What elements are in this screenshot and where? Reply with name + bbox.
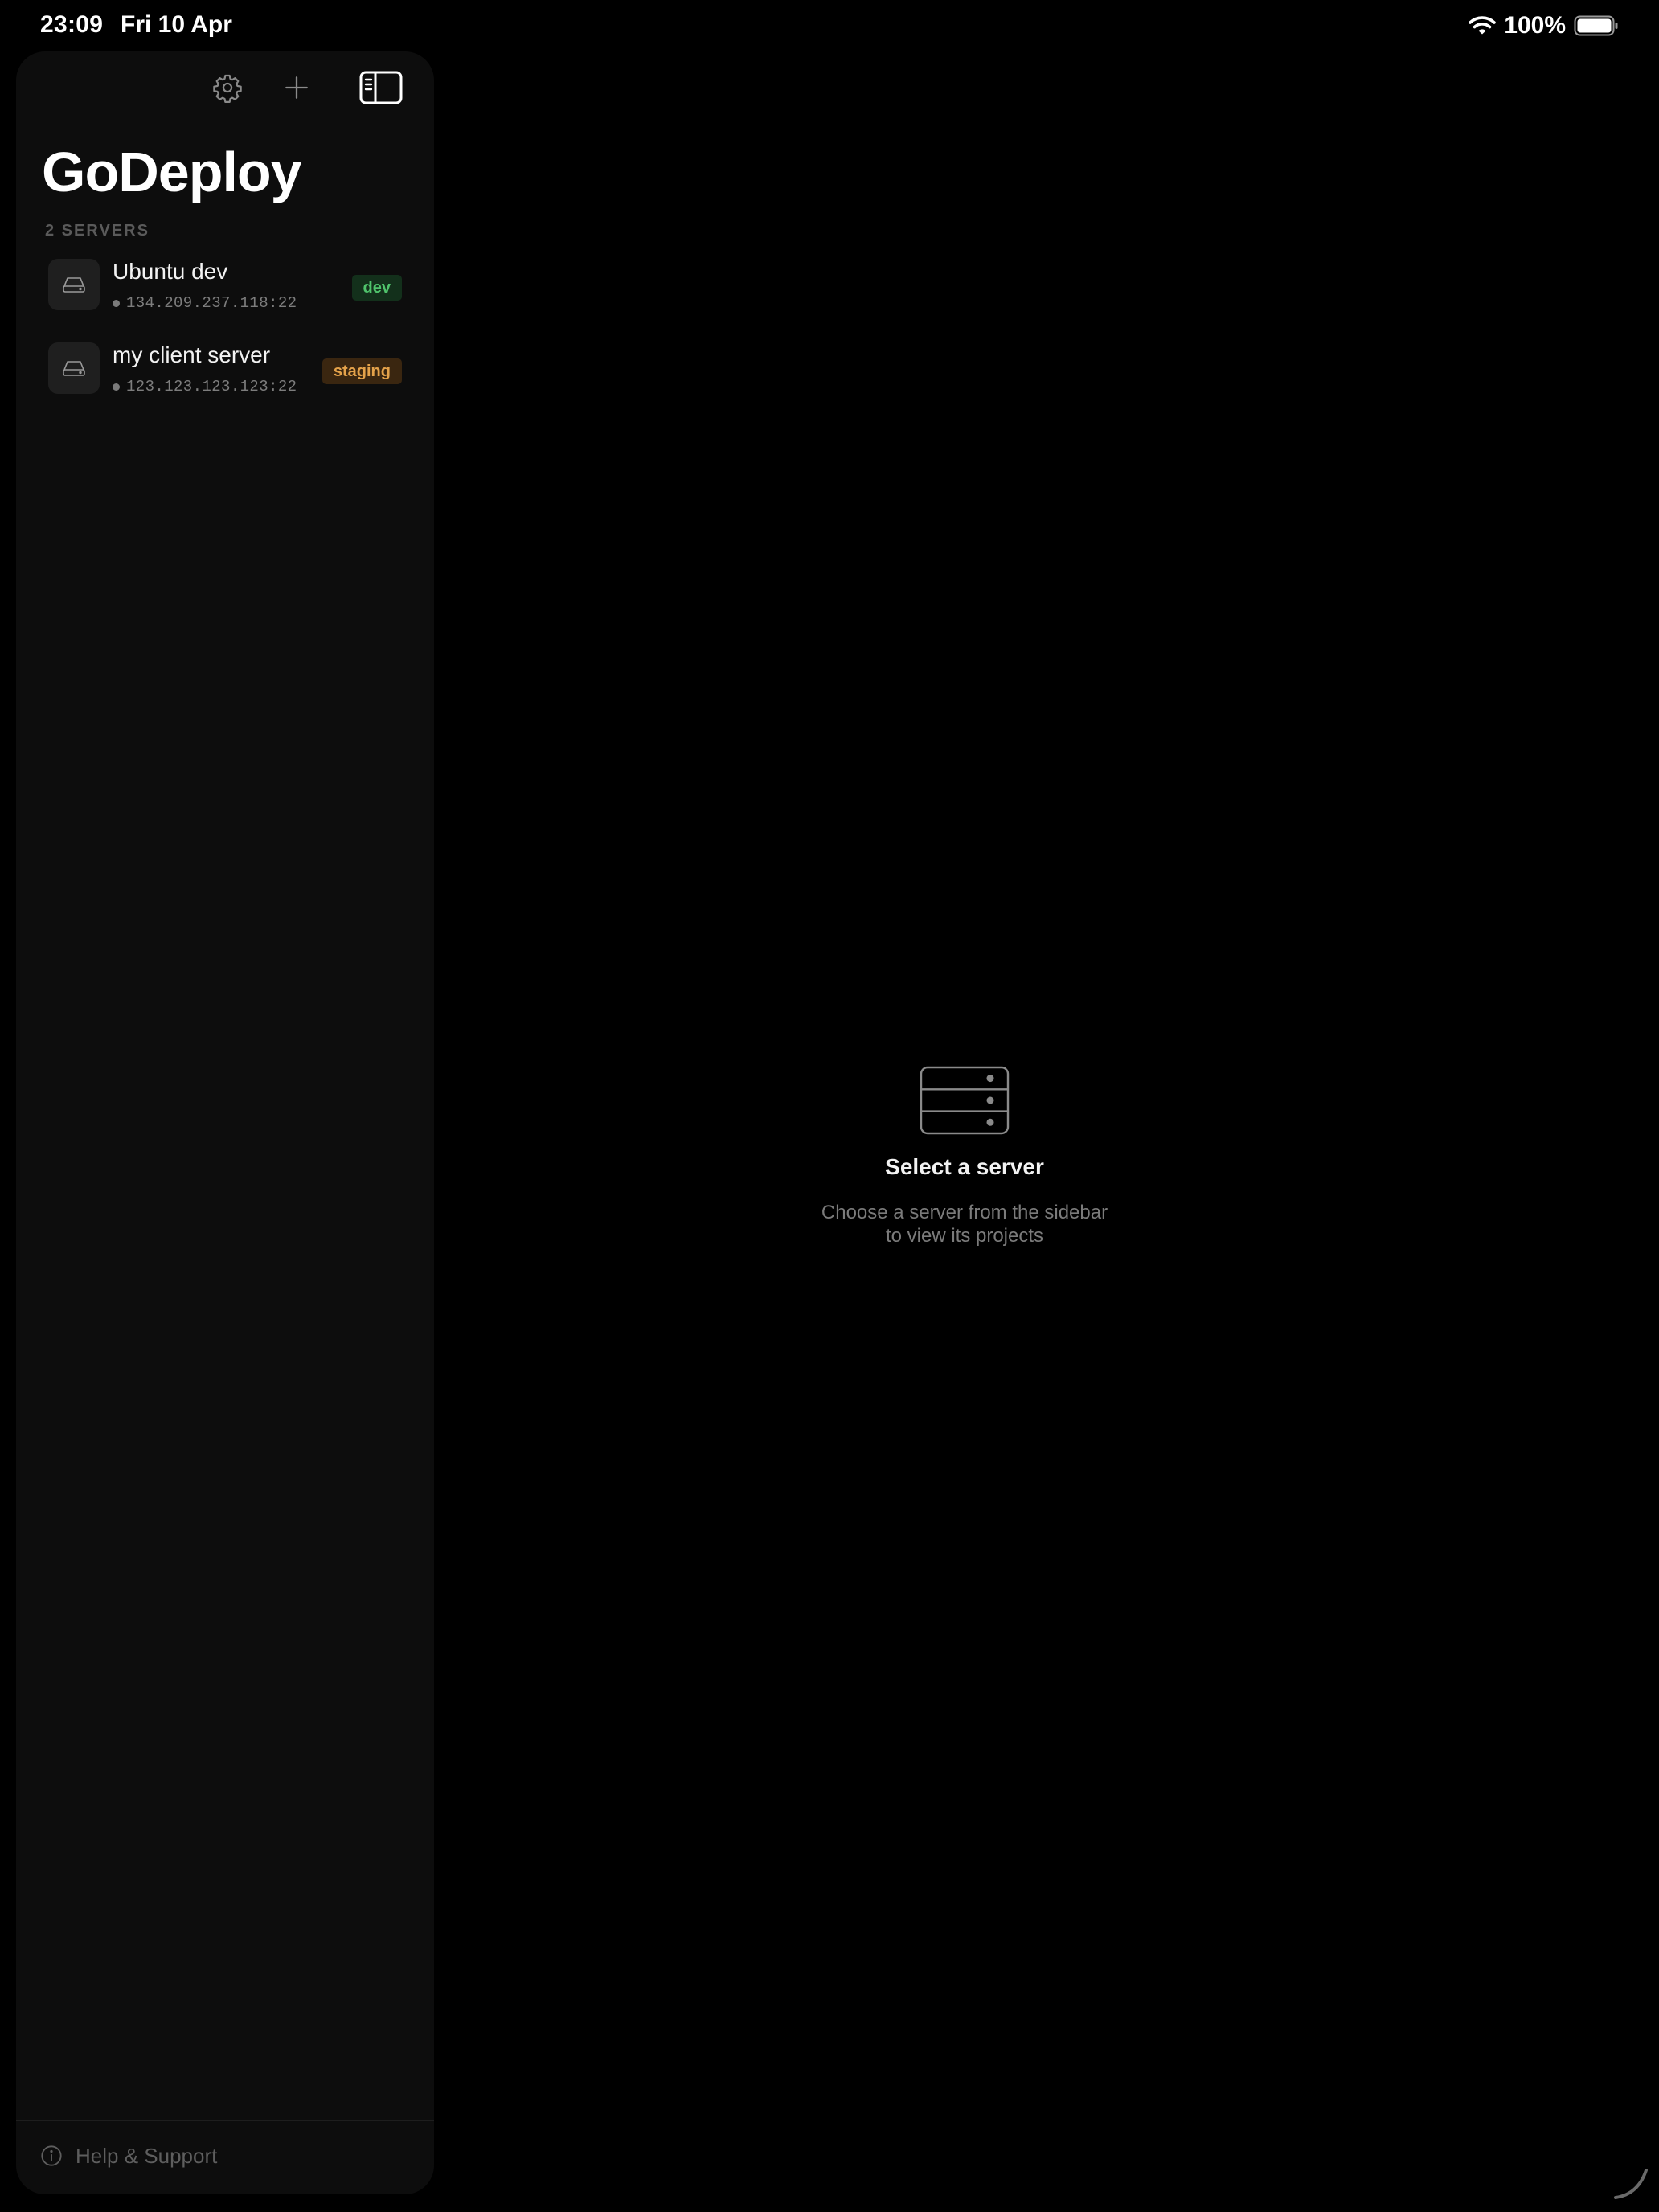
hard-drive-icon xyxy=(63,277,85,293)
empty-state-description-line: to view its projects xyxy=(885,1225,1044,1247)
sidebar: GoDeploy 2 SERVERS Ubuntu dev 134.209.23… xyxy=(16,51,434,2194)
gear-icon xyxy=(213,74,242,103)
settings-button[interactable] xyxy=(209,69,246,106)
sidebar-divider xyxy=(16,2120,434,2121)
app-title: GoDeploy xyxy=(42,141,302,203)
server-list: Ubuntu dev 134.209.237.118:22 dev my cli… xyxy=(16,254,434,421)
status-date: Fri 10 Apr xyxy=(121,11,232,38)
sidebar-toggle-icon xyxy=(359,71,403,104)
sidebar-toolbar xyxy=(16,51,434,124)
empty-state: Select a server Choose a server from the… xyxy=(772,1066,1157,1247)
environment-badge: dev xyxy=(351,275,402,301)
battery-icon xyxy=(1574,15,1618,36)
status-bar: 23:09 Fri 10 Apr 100% xyxy=(0,0,1659,51)
connection-status-dot xyxy=(113,383,120,391)
empty-state-description: Choose a server from the sidebar to view… xyxy=(772,1201,1157,1247)
wifi-icon xyxy=(1469,16,1497,35)
server-tile xyxy=(48,342,100,394)
info-icon xyxy=(41,2145,62,2166)
battery-percentage: 100% xyxy=(1504,12,1566,39)
help-support-link[interactable]: Help & Support xyxy=(40,2138,217,2173)
sidebar-toggle-button[interactable] xyxy=(358,68,403,108)
status-indicators: 100% xyxy=(1469,10,1619,42)
server-rack-icon xyxy=(920,1066,1010,1135)
hard-drive-icon xyxy=(63,361,85,376)
plus-icon xyxy=(285,76,308,99)
status-time: 23:09 xyxy=(40,11,104,38)
server-address: 134.209.237.118:22 xyxy=(113,294,297,312)
resize-handle-icon xyxy=(1614,2169,1648,2199)
server-row[interactable]: my client server 123.123.123.123:22 stag… xyxy=(16,338,434,421)
environment-badge: staging xyxy=(322,358,402,384)
empty-state-description-line: Choose a server from the sidebar xyxy=(821,1202,1108,1223)
server-tile xyxy=(48,259,100,310)
help-support-label: Help & Support xyxy=(76,2143,218,2168)
server-address-text: 123.123.123.123:22 xyxy=(126,378,297,395)
add-server-button[interactable] xyxy=(278,69,315,106)
empty-state-title: Select a server xyxy=(885,1154,1044,1179)
server-name: Ubuntu dev xyxy=(113,259,228,284)
server-address: 123.123.123.123:22 xyxy=(113,378,297,395)
server-row[interactable]: Ubuntu dev 134.209.237.118:22 dev xyxy=(16,254,434,338)
server-address-text: 134.209.237.118:22 xyxy=(126,294,297,312)
server-name: my client server xyxy=(113,342,271,367)
connection-status-dot xyxy=(113,299,120,307)
server-count-label: 2 SERVERS xyxy=(45,222,150,240)
